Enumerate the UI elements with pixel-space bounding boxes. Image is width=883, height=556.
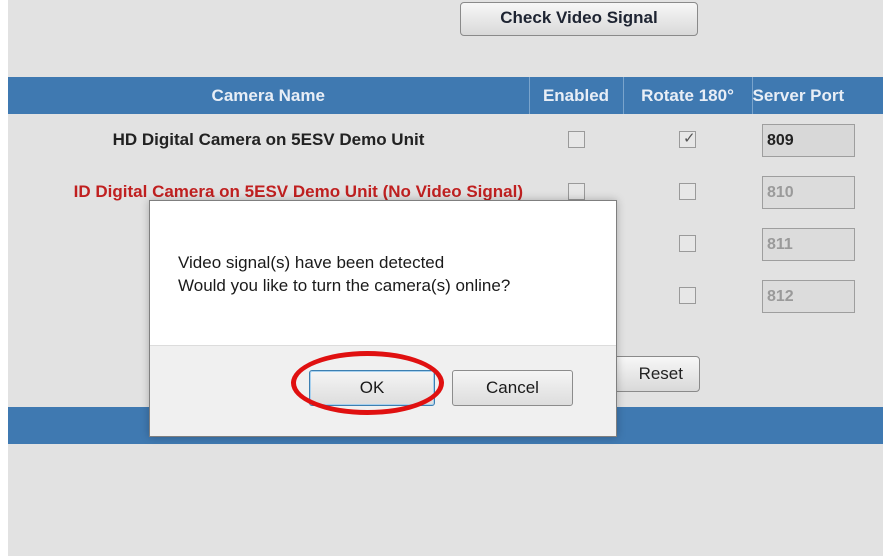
highlight-annotation-ring [291, 351, 444, 415]
enabled-checkbox[interactable] [567, 131, 585, 149]
check-icon: ✓ [683, 130, 696, 148]
header-enabled: Enabled [528, 77, 623, 114]
cancel-button[interactable]: Cancel [452, 370, 573, 406]
rotate-cell: ✓ [623, 114, 752, 166]
port-cell: 811 [752, 218, 883, 270]
port-cell: 809 [752, 114, 883, 166]
rotate-checkbox[interactable]: ✓ [679, 130, 696, 149]
dialog-message-area: Video signal(s) have been detected Would… [150, 201, 616, 346]
rotate-cell [623, 270, 752, 322]
rotate-checkbox[interactable] [679, 287, 696, 305]
server-port-input[interactable]: 812 [762, 279, 855, 313]
header-camera-name: Camera Name [8, 77, 529, 114]
page: Check Video Signal Camera Name Enabled R… [0, 0, 883, 556]
table-header-row: Camera Name Enabled Rotate 180° Server P… [8, 77, 883, 114]
enabled-cell [529, 114, 623, 166]
server-port-input[interactable]: 809 [762, 123, 855, 157]
server-port-input[interactable]: 811 [762, 227, 855, 261]
rotate-cell [623, 166, 752, 218]
header-rotate: Rotate 180° [622, 77, 752, 114]
dialog-message-line-1: Video signal(s) have been detected [178, 253, 445, 272]
rotate-checkbox[interactable] [679, 183, 696, 201]
dialog-message-line-2: Would you like to turn the camera(s) onl… [178, 276, 511, 295]
check-video-signal-button[interactable]: Check Video Signal [460, 2, 698, 36]
port-cell: 812 [752, 270, 883, 322]
enabled-checkbox[interactable] [567, 183, 585, 201]
camera-name-cell: HD Digital Camera on 5ESV Demo Unit [112, 130, 425, 149]
table-row: HD Digital Camera on 5ESV Demo Unit ✓ 80… [8, 114, 883, 166]
reset-button[interactable]: Reset [608, 356, 700, 392]
rotate-cell [623, 218, 752, 270]
server-port-input[interactable]: 810 [762, 175, 855, 209]
rotate-checkbox[interactable] [679, 235, 696, 253]
port-cell: 810 [752, 166, 883, 218]
header-server-port: Server Port [751, 77, 883, 114]
